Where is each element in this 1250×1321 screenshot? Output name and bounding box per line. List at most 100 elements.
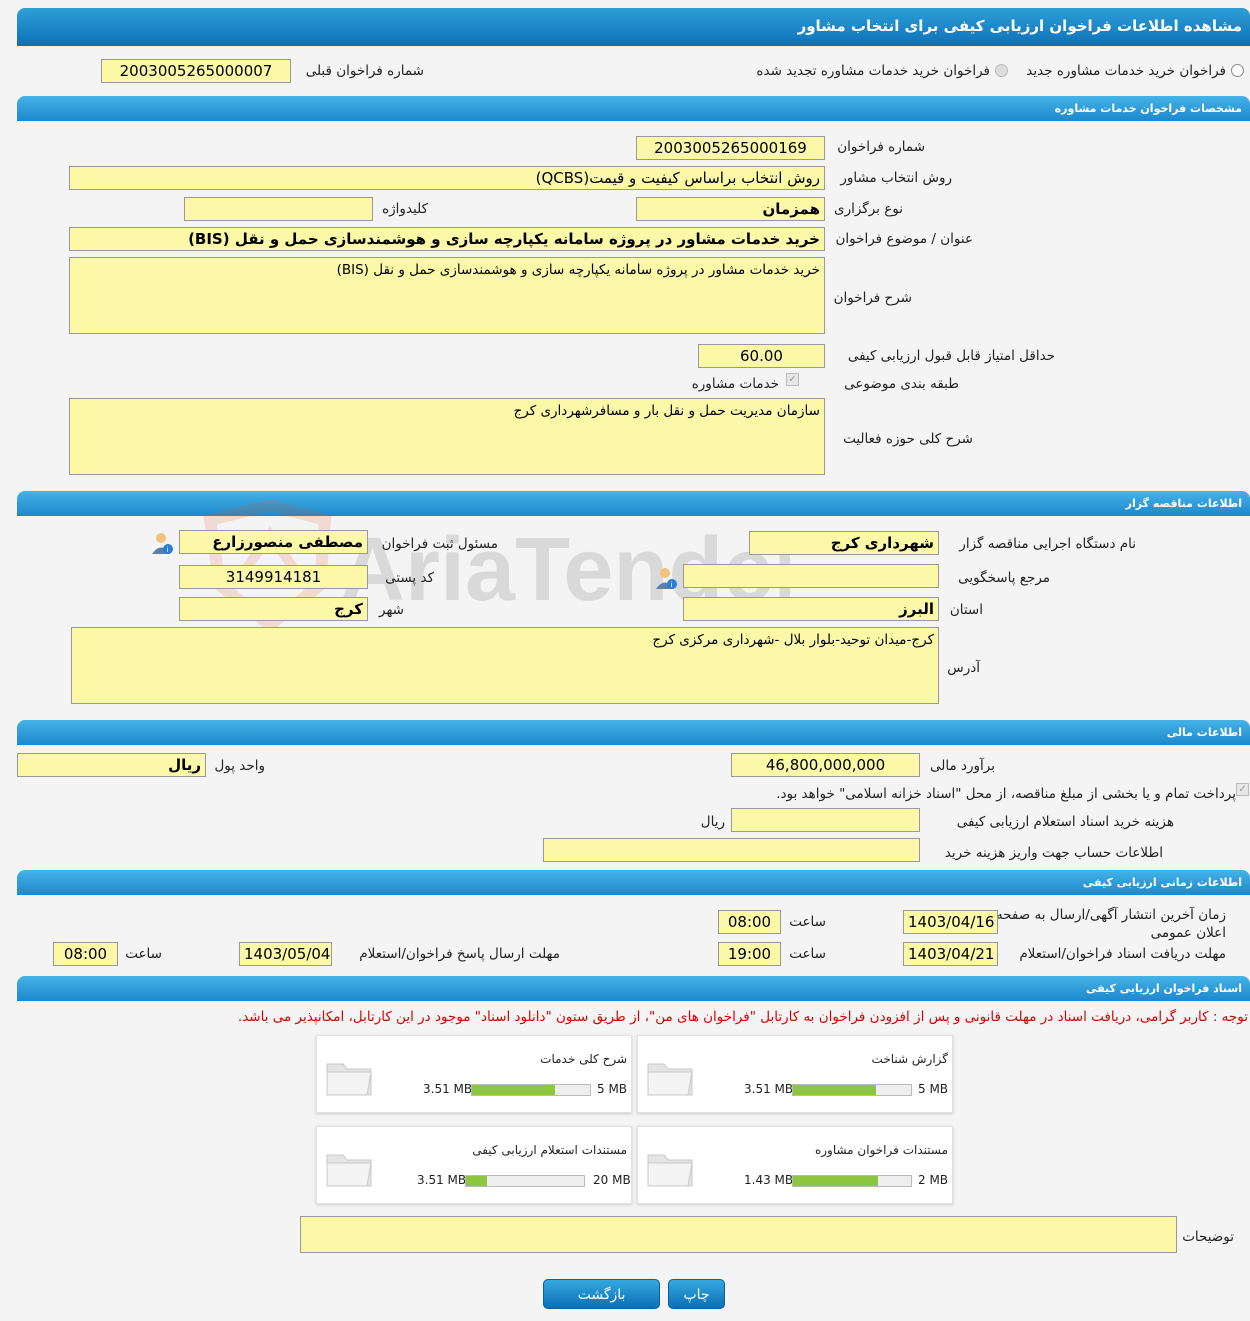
postal-label: کد پستی: [385, 570, 434, 586]
number-label: شماره فراخوان: [837, 139, 925, 155]
desc-field: خرید خدمات مشاور در پروژه سامانه یکپارچه…: [69, 257, 825, 334]
doc-progress-fill: [472, 1085, 555, 1095]
doc-progress: [792, 1084, 912, 1096]
svg-text:i: i: [671, 581, 673, 589]
account-field: [543, 838, 920, 862]
doc-max: 20 MB: [593, 1173, 631, 1187]
section-timing-title: اطلاعات زمانی ارزیابی کیفی: [1082, 876, 1242, 889]
doc-max: 5 MB: [918, 1082, 949, 1096]
notes-label: توضیحات: [1182, 1229, 1234, 1245]
doc-card[interactable]: شرح کلی خدمات 3.51 MB 5 MB: [316, 1035, 632, 1113]
method-label: روش انتخاب مشاور: [840, 170, 952, 186]
page-title: مشاهده اطلاعات فراخوان ارزیابی کیفی برای…: [797, 17, 1242, 35]
section-tenderer-title: اطلاعات مناقصه گزار: [1125, 497, 1242, 510]
account-label: اطلاعات حساب جهت واریز هزینه خرید: [944, 845, 1163, 861]
doc-progress: [465, 1175, 585, 1187]
keyword-label: کلیدواژه: [382, 201, 428, 217]
doc-size: 1.43 MB: [744, 1173, 794, 1187]
doc-card[interactable]: مستندات استعلام ارزیابی کیفی 3.51 MB 20 …: [316, 1126, 632, 1204]
doc-progress-fill: [793, 1176, 878, 1186]
prev-number-label: شماره فراخوان قبلی: [305, 63, 424, 79]
folder-icon: [326, 1154, 372, 1187]
receive-label: مهلت دریافت اسناد فراخوان/استعلام: [1019, 946, 1226, 962]
scope-field: سازمان مدیریت حمل و نقل بار و مسافرشهردا…: [69, 398, 825, 475]
minscore-field: 60.00: [698, 344, 825, 368]
city-label: شهر: [379, 602, 404, 618]
subject-field: خرید خدمات مشاور در پروژه سامانه یکپارچه…: [69, 227, 825, 251]
doc-title: گزارش شناخت: [871, 1052, 948, 1066]
doc-max: 5 MB: [597, 1082, 628, 1096]
treasury-text: پرداخت تمام و یا بخشی از مبلغ مناقصه، از…: [776, 786, 1236, 802]
fee-label: هزینه خرید اسناد استعلام ارزیابی کیفی: [956, 814, 1174, 830]
org-label: نام دستگاه اجرایی مناقصه گزار: [959, 536, 1136, 552]
province-label: استان: [949, 602, 983, 618]
fee-field: [731, 808, 920, 832]
doc-card[interactable]: مستندات فراخوان مشاوره 1.43 MB 2 MB: [637, 1126, 953, 1204]
address-field: کرج-میدان توحید-بلوار بلال -شهرداری مرکز…: [71, 627, 939, 704]
doc-size: 3.51 MB: [423, 1082, 473, 1096]
radio-renewed[interactable]: [995, 64, 1008, 77]
notes-field: [300, 1216, 1177, 1253]
send-label: مهلت ارسال پاسخ فراخوان/استعلام: [359, 946, 560, 962]
resp-field: مصطفی منصورزارع: [179, 530, 368, 554]
send-time-label: ساعت: [125, 946, 162, 962]
doc-card[interactable]: گزارش شناخت 3.51 MB 5 MB: [637, 1035, 953, 1113]
keyword-field: [184, 197, 373, 221]
estimate-field: 46,800,000,000: [731, 753, 920, 777]
doc-title: مستندات فراخوان مشاوره: [814, 1143, 948, 1157]
receive-time: 19:00: [718, 942, 781, 966]
postal-field: 3149914181: [179, 565, 368, 589]
send-date: 1403/05/04: [239, 942, 332, 966]
doc-progress-fill: [466, 1176, 488, 1186]
page-header: مشاهده اطلاعات فراخوان ارزیابی کیفی برای…: [17, 8, 1250, 46]
doc-title: مستندات استعلام ارزیابی کیفی: [472, 1143, 627, 1157]
ref-field: [683, 564, 939, 588]
org-field: شهرداری کرج: [749, 531, 939, 555]
doc-progress: [471, 1084, 591, 1096]
estimate-label: برآورد مالی: [929, 758, 995, 774]
section-consult-header: مشخصات فراخوان خدمات مشاوره: [17, 96, 1250, 121]
doc-progress-fill: [793, 1085, 876, 1095]
folder-icon: [326, 1063, 372, 1096]
print-button[interactable]: چاپ: [668, 1279, 725, 1309]
method-field: روش انتخاب براساس کیفیت و قیمت(QCBS): [69, 166, 825, 190]
prev-number-field: 2003005265000007: [101, 59, 291, 83]
resp-label: مسئول ثبت فراخوان: [381, 536, 498, 552]
city-field: کرج: [179, 597, 368, 621]
radio-new-label: فراخوان خرید خدمات مشاوره جدید: [1026, 63, 1226, 79]
type-label: نوع برگزاری: [834, 201, 903, 217]
doc-progress: [792, 1175, 912, 1187]
section-finance-title: اطلاعات مالی: [1166, 726, 1242, 739]
scope-label: شرح کلی حوزه فعالیت: [843, 431, 973, 447]
treasury-checkbox[interactable]: ✓: [1236, 783, 1249, 796]
desc-label: شرح فراخوان: [833, 290, 912, 306]
folder-icon: [647, 1154, 693, 1187]
publish-time: 08:00: [718, 910, 781, 934]
docs-note: توجه : کاربر گرامی، دریافت اسناد در مهلت…: [237, 1009, 1248, 1025]
folder-icon: [647, 1063, 693, 1096]
number-field: 2003005265000169: [636, 136, 825, 160]
currency-label: واحد پول: [214, 758, 265, 774]
radio-renewed-label: فراخوان خرید خدمات مشاوره تجدید شده: [756, 63, 990, 79]
doc-size: 3.51 MB: [744, 1082, 794, 1096]
type-field: همزمان: [636, 197, 825, 221]
subject-label: عنوان / موضوع فراخوان: [835, 231, 973, 247]
section-timing-header: اطلاعات زمانی ارزیابی کیفی: [17, 870, 1250, 895]
section-consult-title: مشخصات فراخوان خدمات مشاوره: [1054, 102, 1242, 115]
doc-size: 3.51 MB: [417, 1173, 467, 1187]
section-docs-title: اسناد فراخوان ارزیابی کیفی: [1085, 982, 1242, 995]
currency-field: ریال: [17, 753, 206, 777]
svg-text:i: i: [167, 546, 169, 554]
user-info-icon[interactable]: i: [150, 531, 174, 555]
category-checkbox[interactable]: ✓: [786, 373, 799, 386]
publish-date: 1403/04/16: [903, 910, 998, 934]
back-button[interactable]: بازگشت: [543, 1279, 660, 1309]
ref-user-icon[interactable]: i: [654, 566, 678, 590]
doc-title: شرح کلی خدمات: [540, 1052, 627, 1066]
section-finance-header: اطلاعات مالی: [17, 720, 1250, 745]
receive-time-label: ساعت: [789, 946, 826, 962]
ref-label: مرجع پاسخگویی: [958, 570, 1050, 586]
radio-new[interactable]: [1231, 64, 1244, 77]
province-field: البرز: [683, 597, 939, 621]
receive-date: 1403/04/21: [903, 942, 998, 966]
